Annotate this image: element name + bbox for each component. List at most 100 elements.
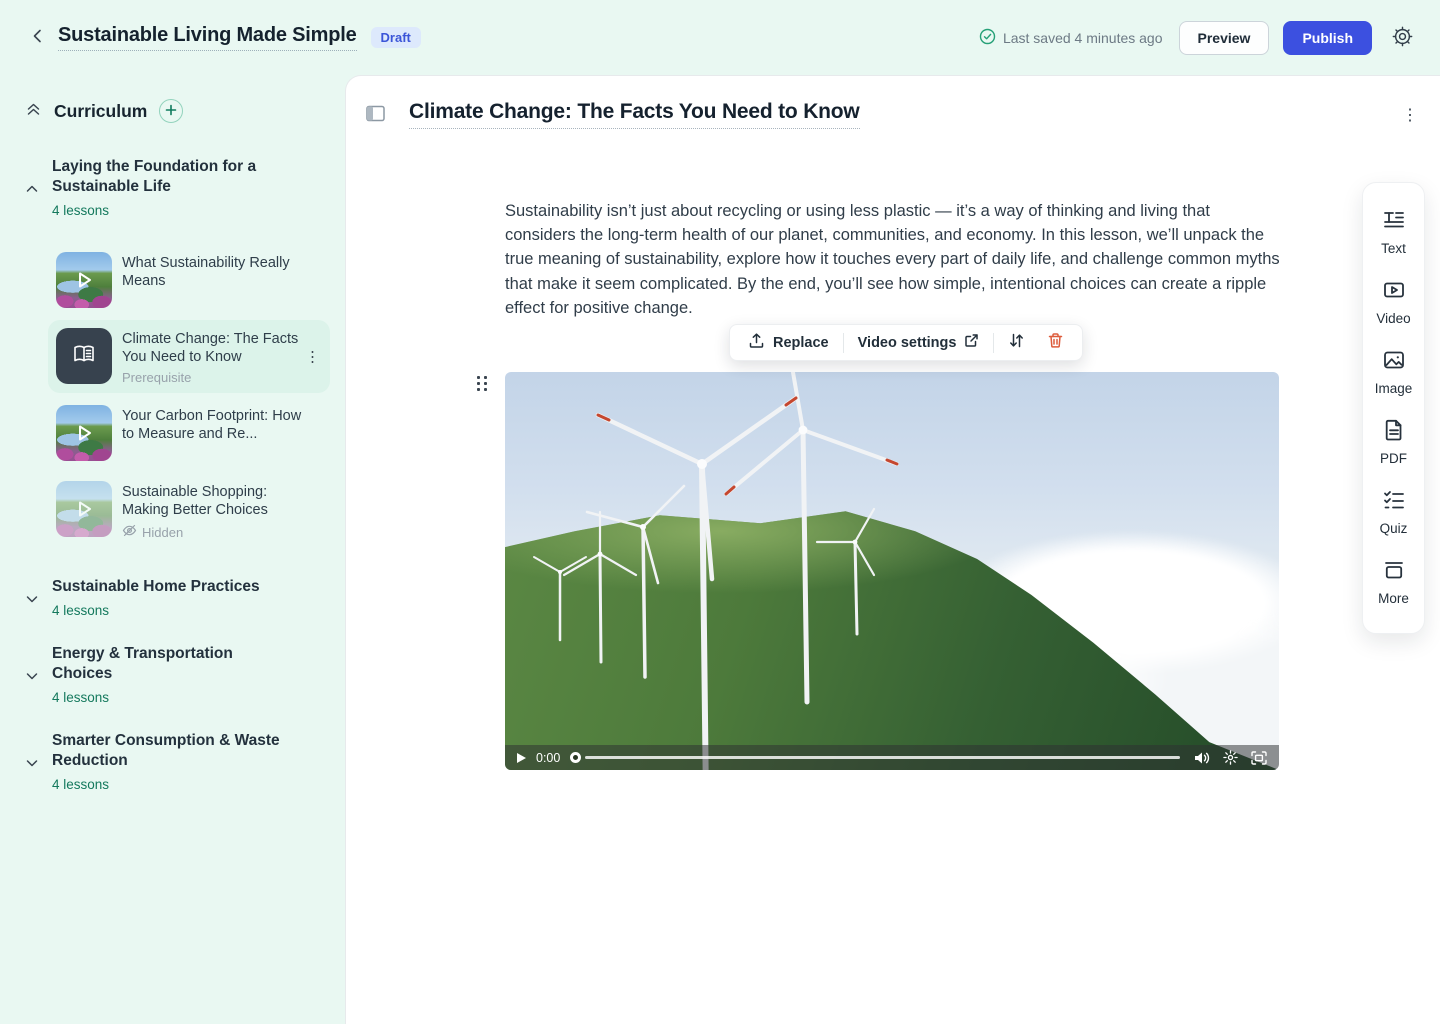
replace-label: Replace [773, 335, 829, 351]
lesson-item-sustainable-shopping[interactable]: Sustainable Shopping: Making Better Choi… [48, 473, 330, 549]
lesson-header: Climate Change: The Facts You Need to Kn… [364, 100, 1418, 129]
scrubber-handle[interactable] [570, 752, 581, 763]
video-player[interactable]: 0:00 [505, 372, 1279, 770]
external-link-icon [964, 333, 979, 352]
add-image-block-button[interactable]: Image [1363, 337, 1424, 407]
plus-icon [165, 104, 177, 119]
more-blocks-button[interactable]: More [1363, 547, 1424, 617]
publish-button[interactable]: Publish [1283, 21, 1372, 55]
back-chevron-icon [30, 28, 46, 47]
video-block-icon [1382, 278, 1406, 305]
section-header-smarter-consumption[interactable]: Smarter Consumption & Waste Reduction 4 … [0, 731, 345, 792]
player-settings-icon[interactable] [1223, 750, 1238, 765]
chevron-down-icon[interactable] [24, 591, 40, 607]
video-control-bar: 0:00 [505, 745, 1279, 770]
collapse-all-button[interactable] [25, 101, 42, 121]
save-status: Last saved 4 minutes ago [979, 28, 1163, 48]
lesson-title: Sustainable Shopping: Making Better Choi… [122, 483, 307, 519]
section-lesson-count: 4 lessons [52, 203, 287, 218]
lesson-title: Climate Change: The Facts You Need to Kn… [122, 330, 307, 366]
open-book-icon [71, 341, 97, 372]
video-thumbnail [56, 252, 112, 308]
settings-button[interactable] [1388, 24, 1416, 52]
replace-video-button[interactable]: Replace [740, 326, 837, 359]
palette-label: PDF [1380, 451, 1407, 466]
palette-label: More [1378, 591, 1409, 606]
text-block-icon [1382, 208, 1406, 235]
play-icon [56, 405, 112, 461]
back-button[interactable] [24, 24, 52, 52]
curriculum-title: Curriculum [54, 101, 147, 122]
section-lesson-count: 4 lessons [52, 777, 287, 792]
sort-arrows-icon [1008, 332, 1025, 353]
section-lesson-count: 4 lessons [52, 603, 260, 618]
pdf-block-icon [1382, 418, 1406, 445]
status-badge: Draft [371, 27, 421, 48]
panel-layout-icon [366, 105, 385, 125]
palette-label: Text [1381, 241, 1406, 256]
video-settings-label: Video settings [858, 335, 957, 351]
quiz-block-icon [1382, 488, 1406, 515]
sidebar-toggle-button[interactable] [364, 103, 387, 127]
video-block-toolbar: Replace Video settings [729, 324, 1083, 361]
add-text-block-button[interactable]: Text [1363, 197, 1424, 267]
upload-icon [748, 332, 765, 353]
palette-label: Quiz [1380, 521, 1408, 536]
section-title: Energy & Transportation Choices [52, 644, 287, 684]
play-button[interactable] [517, 753, 526, 763]
play-icon [56, 481, 112, 537]
block-drag-handle[interactable] [477, 376, 488, 392]
more-blocks-icon [1382, 558, 1406, 585]
lesson-hidden-label: Hidden [142, 525, 183, 540]
curriculum-header: Curriculum [0, 99, 345, 123]
lesson-item-climate-change[interactable]: Climate Change: The Facts You Need to Kn… [48, 320, 330, 393]
lesson-options-kebab[interactable]: ⋮ [1402, 105, 1418, 125]
add-section-button[interactable] [159, 99, 183, 123]
eye-off-icon [122, 523, 137, 541]
move-block-button[interactable] [1000, 326, 1033, 359]
fullscreen-icon[interactable] [1251, 751, 1267, 765]
section-header-foundation[interactable]: Laying the Foundation for a Sustainable … [0, 157, 345, 218]
preview-button[interactable]: Preview [1179, 21, 1270, 55]
lesson-intro-paragraph[interactable]: Sustainability isn’t just about recyclin… [505, 199, 1281, 320]
play-icon [56, 252, 112, 308]
section-lesson-count: 4 lessons [52, 690, 287, 705]
lesson-title: Your Carbon Footprint: How to Measure an… [122, 407, 307, 443]
palette-label: Image [1375, 381, 1413, 396]
section-header-home-practices[interactable]: Sustainable Home Practices 4 lessons [0, 577, 345, 618]
course-title[interactable]: Sustainable Living Made Simple [58, 24, 357, 51]
delete-block-button[interactable] [1039, 326, 1072, 359]
wind-turbines-imagery [505, 372, 1279, 770]
lesson-prerequisite-label: Prerequisite [122, 370, 307, 385]
progress-bar[interactable] [585, 756, 1180, 759]
lesson-item-carbon-footprint[interactable]: Your Carbon Footprint: How to Measure an… [48, 397, 330, 469]
add-video-block-button[interactable]: Video [1363, 267, 1424, 337]
chevron-down-icon[interactable] [24, 668, 40, 684]
video-settings-button[interactable]: Video settings [850, 327, 988, 358]
save-status-text: Last saved 4 minutes ago [1003, 30, 1163, 46]
curriculum-sidebar: Curriculum Laying the Foundation for a S… [0, 75, 345, 1024]
double-chevron-up-icon [25, 101, 42, 121]
volume-icon[interactable] [1194, 751, 1210, 765]
section-header-energy-transportation[interactable]: Energy & Transportation Choices 4 lesson… [0, 644, 345, 705]
chevron-up-icon[interactable] [24, 181, 40, 197]
top-bar: Sustainable Living Made Simple Draft Las… [0, 0, 1440, 75]
gear-icon [1392, 26, 1413, 50]
chevron-down-icon[interactable] [24, 755, 40, 771]
lesson-editor-panel: Climate Change: The Facts You Need to Kn… [345, 75, 1440, 1024]
lesson-kebab-menu[interactable]: ⋮ [305, 349, 320, 364]
add-quiz-block-button[interactable]: Quiz [1363, 477, 1424, 547]
block-palette: Text Video Image PDF Quiz [1362, 182, 1425, 634]
top-bar-actions: Last saved 4 minutes ago Preview Publish [979, 21, 1416, 55]
lesson-title: What Sustainability Really Means [122, 254, 307, 290]
lesson-page-title[interactable]: Climate Change: The Facts You Need to Kn… [409, 100, 860, 129]
add-pdf-block-button[interactable]: PDF [1363, 407, 1424, 477]
lesson-list: What Sustainability Really Means Climate… [48, 244, 330, 549]
image-block-icon [1382, 348, 1406, 375]
section-title: Sustainable Home Practices [52, 577, 260, 597]
video-thumbnail [56, 481, 112, 537]
section-title: Smarter Consumption & Waste Reduction [52, 731, 287, 771]
lesson-item-what-sustainability[interactable]: What Sustainability Really Means [48, 244, 330, 316]
video-thumbnail [56, 405, 112, 461]
video-timestamp: 0:00 [536, 751, 560, 765]
